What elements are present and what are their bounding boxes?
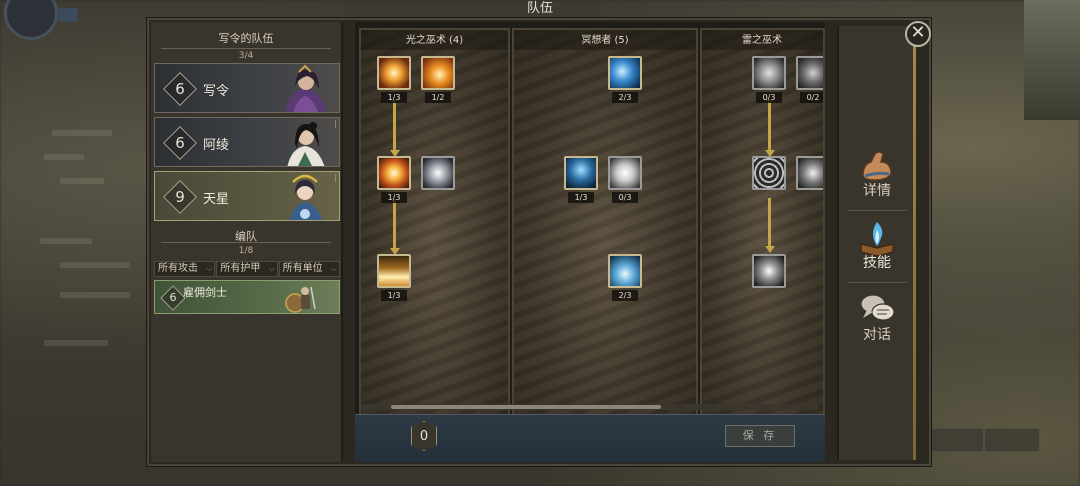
skill-rank: 2/3 xyxy=(612,92,638,103)
radiant-orb-icon[interactable] xyxy=(421,56,455,90)
lightning-icon[interactable] xyxy=(752,254,786,288)
background-image xyxy=(1024,0,1080,120)
unit-name: 雇佣剑士 xyxy=(183,286,227,299)
attack-filter-dropdown[interactable]: 所有攻击 ⌵ xyxy=(154,261,216,277)
right-nav: 详情 技能 对话 xyxy=(837,26,913,460)
corner-mark: | xyxy=(334,173,337,182)
divider xyxy=(161,242,331,243)
member-card-xieling[interactable]: 6 写令 xyxy=(154,63,340,113)
level-badge: 6 xyxy=(163,72,197,106)
nav-dialogue[interactable]: 对话 xyxy=(843,290,911,350)
level-badge: 6 xyxy=(163,126,197,160)
close-icon: ✕ xyxy=(910,22,926,43)
member-card-tianxing[interactable]: 9 天星 | xyxy=(154,171,340,221)
level-badge: 9 xyxy=(163,180,197,214)
member-name: 阿绫 xyxy=(203,138,230,153)
nav-details[interactable]: 详情 xyxy=(843,146,911,206)
skill-rank: 1/3 xyxy=(381,92,407,103)
chevron-down-icon: ⌵ xyxy=(268,264,275,273)
background-text xyxy=(60,292,130,298)
light-pillar-icon[interactable] xyxy=(377,254,411,288)
background-text xyxy=(44,340,108,346)
panel-rail xyxy=(913,26,916,460)
skill-rank: 1/3 xyxy=(381,192,407,203)
spirit-form-icon[interactable] xyxy=(564,156,598,190)
light-sphere-icon[interactable] xyxy=(421,156,455,190)
skill-tree-light: 光之巫术 (4) 1/3 1/2 1/3 1/3 xyxy=(359,28,510,420)
wind-gust-icon[interactable] xyxy=(752,56,786,90)
skill-rank: 1/3 xyxy=(568,192,594,203)
unit-card-mercenary-swordsman[interactable]: 6 雇佣剑士 xyxy=(154,280,340,314)
skill-rank: 0/3 xyxy=(612,192,638,203)
skill-footer: 0 保 存 xyxy=(355,414,825,462)
nav-skills[interactable]: 技能 xyxy=(843,218,911,278)
portrait-xieling xyxy=(285,64,327,112)
filter-bar: 所有攻击 ⌵ 所有护甲 ⌵ 所有单位 ⌵ xyxy=(154,261,340,277)
branching-lightning-icon[interactable] xyxy=(608,254,642,288)
background-text xyxy=(60,262,130,268)
skill-rank: 2/3 xyxy=(612,290,638,301)
corner-mark: | xyxy=(334,119,337,128)
portrait-aling xyxy=(287,122,325,166)
portrait-tianxing xyxy=(289,174,323,220)
tree-connector xyxy=(768,198,771,250)
divider xyxy=(847,282,907,283)
background-text xyxy=(40,238,92,244)
formation-count: 1/8 xyxy=(238,246,254,256)
window-title: 队伍 xyxy=(526,1,553,16)
tree-title: 光之巫术 (4) xyxy=(361,30,508,50)
skill-tree-meditator: 冥想者 (5) 2/3 1/3 0/3 2/3 xyxy=(512,28,698,420)
skill-rank: 1/3 xyxy=(381,290,407,301)
skill-rank: 1/2 xyxy=(425,92,451,103)
meditation-swirl-icon[interactable] xyxy=(608,56,642,90)
member-name: 写令 xyxy=(203,84,230,99)
background-text xyxy=(52,130,112,136)
team-count: 3/4 xyxy=(238,51,254,61)
light-burst-icon[interactable] xyxy=(377,56,411,90)
armor-filter-dropdown[interactable]: 所有护甲 ⌵ xyxy=(216,261,278,277)
holy-strike-icon[interactable] xyxy=(377,156,411,190)
skill-tree-thunder: 雷之巫术 0/3 0/2 xyxy=(700,28,825,420)
skill-rank: 0/3 xyxy=(756,92,782,103)
team-title: 写令的队伍 xyxy=(218,32,274,45)
vortex-icon[interactable] xyxy=(752,156,786,190)
team-panel: 写令的队伍 3/4 6 写令 6 阿绫 | 9 天星 | 编队 1/8 所有攻击… xyxy=(151,22,343,462)
nav-label: 对话 xyxy=(863,327,891,343)
divider xyxy=(847,210,907,211)
tree-connector xyxy=(768,100,771,154)
close-button[interactable]: ✕ xyxy=(905,21,931,47)
tree-title: 冥想者 (5) xyxy=(514,30,696,50)
background-button xyxy=(984,428,1040,452)
storm-cloud-icon[interactable] xyxy=(796,56,823,90)
horizontal-scrollbar[interactable] xyxy=(361,404,819,410)
skill-tree-area: 光之巫术 (4) 1/3 1/2 1/3 1/3 冥想者 (5) 2/3 1/3… xyxy=(355,22,825,462)
background-text xyxy=(44,154,84,160)
save-button[interactable]: 保 存 xyxy=(725,425,795,447)
swordsman-portrait xyxy=(285,286,316,313)
tree-title: 雷之巫术 xyxy=(702,30,823,50)
thunder-bolt-icon[interactable] xyxy=(796,156,823,190)
tree-connector xyxy=(393,100,396,154)
chevron-down-icon: ⌵ xyxy=(206,264,213,273)
white-wings-icon[interactable] xyxy=(608,156,642,190)
nav-label: 技能 xyxy=(863,255,891,271)
chevron-down-icon: ⌵ xyxy=(330,264,337,273)
scrollbar-thumb[interactable] xyxy=(391,405,661,409)
skill-rank: 0/2 xyxy=(800,92,823,103)
tree-connector xyxy=(393,198,396,252)
arrow-down-icon xyxy=(764,246,775,253)
skill-points-counter: 0 xyxy=(411,421,437,451)
background-button xyxy=(928,428,984,452)
member-card-aling[interactable]: 6 阿绫 | xyxy=(154,117,340,167)
background-text xyxy=(60,178,104,184)
member-name: 天星 xyxy=(203,192,230,207)
unit-filter-dropdown[interactable]: 所有单位 ⌵ xyxy=(278,261,340,277)
divider xyxy=(161,48,331,49)
nav-label: 详情 xyxy=(863,183,891,199)
